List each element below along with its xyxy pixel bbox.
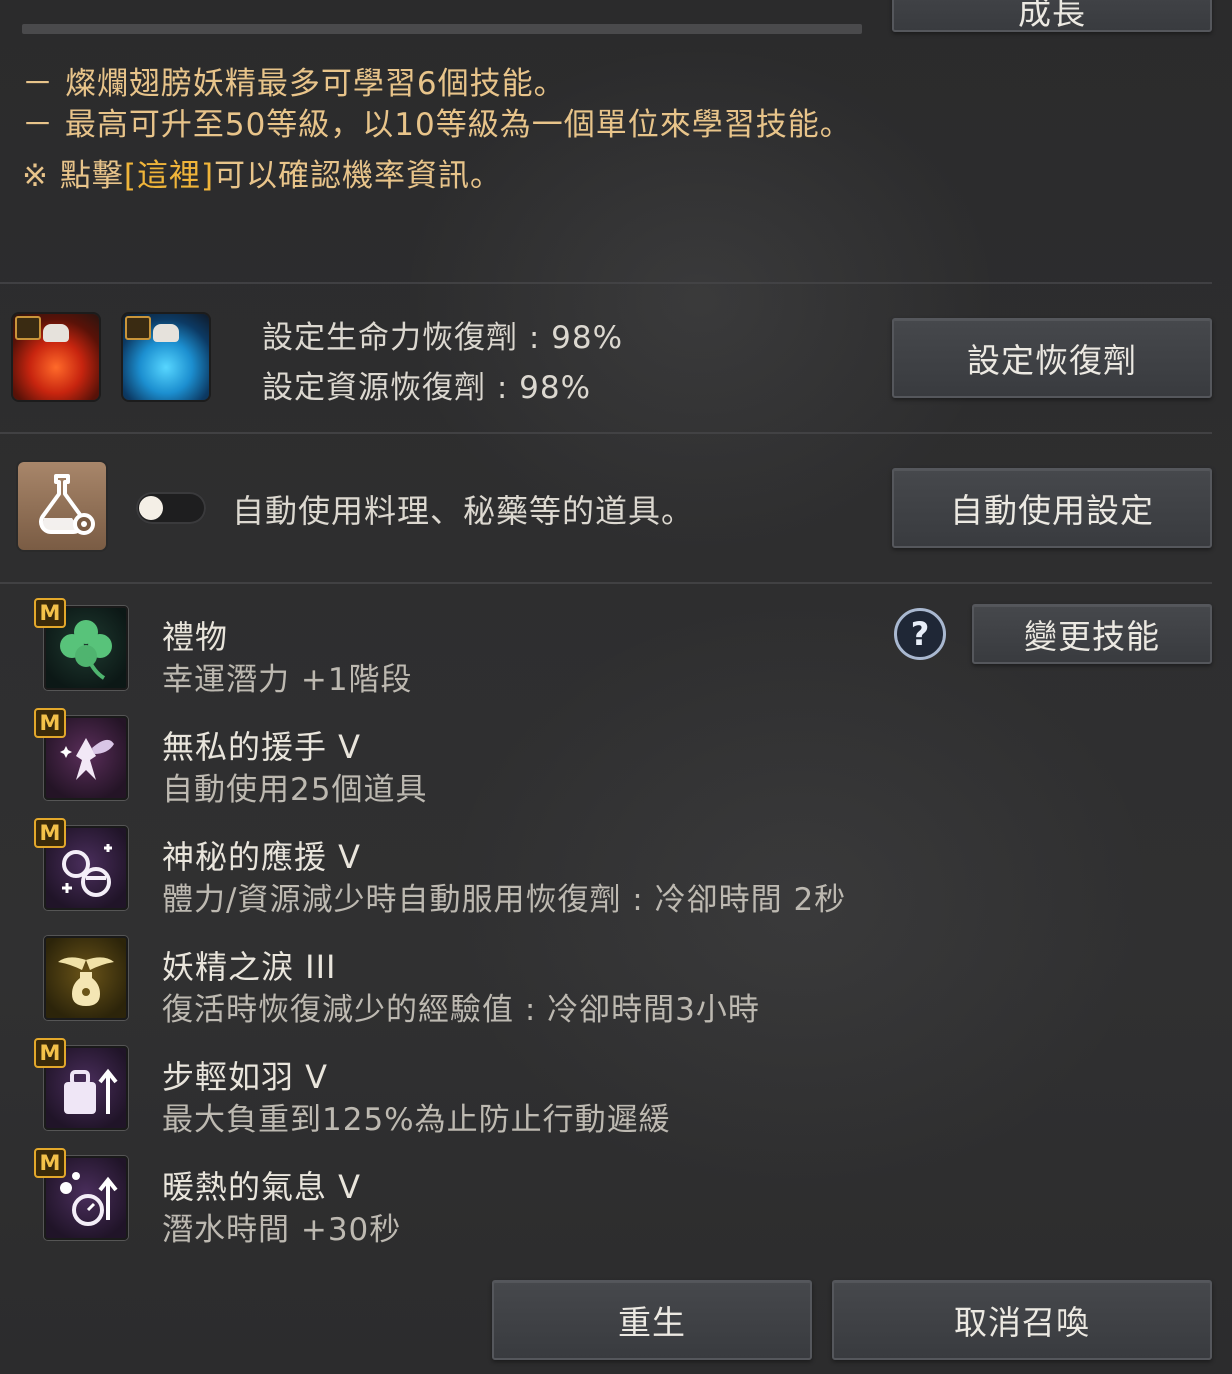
hp-potion-icon: [13, 314, 99, 400]
mastery-badge: M: [34, 1038, 66, 1068]
skill-name: 暖熱的氣息 V: [162, 1168, 362, 1206]
divider: [0, 432, 1212, 434]
note-line-1: － 燦爛翅膀妖精最多可學習6個技能。: [22, 66, 566, 102]
help-icon[interactable]: ?: [894, 608, 946, 660]
mastery-badge: M: [34, 818, 66, 848]
divider: [0, 282, 1212, 284]
resource-potion-icon: [123, 314, 209, 400]
hp-potion-setting: 設定生命力恢復劑 : 98%: [262, 320, 624, 356]
skill-name: 步輕如羽 V: [162, 1058, 329, 1096]
mastery-badge: M: [34, 598, 66, 628]
set-potion-button[interactable]: 設定恢復劑: [892, 318, 1212, 398]
mastery-badge: M: [34, 1148, 66, 1178]
note-line-2: － 最高可升至50等級，以10等級為一個單位來學習技能。: [22, 107, 852, 143]
skill-name: 妖精之淚 III: [162, 948, 337, 986]
grow-button[interactable]: 成長: [892, 0, 1212, 32]
skill-name: 禮物: [162, 618, 229, 656]
cancel-summon-button[interactable]: 取消召喚: [832, 1280, 1212, 1360]
toggle-knob: [139, 496, 163, 520]
skill-desc: 體力/資源減少時自動服用恢復劑 : 冷卻時間 2秒: [162, 882, 847, 918]
note-line-3: ※ 點擊[這裡]可以確認機率資訊。: [22, 150, 502, 195]
probability-info-link[interactable]: [這裡]: [124, 158, 214, 194]
auto-use-label: 自動使用料理、秘藥等的道具。: [232, 492, 695, 530]
resource-potion-setting: 設定資源恢復劑 : 98%: [262, 370, 592, 406]
mastery-badge: M: [34, 708, 66, 738]
auto-use-toggle[interactable]: [136, 492, 206, 524]
crown-icon: [125, 316, 151, 340]
winged-vial-icon: [44, 936, 128, 1020]
skill-desc: 最大負重到125%為止防止行動遲緩: [162, 1102, 671, 1138]
change-skill-button[interactable]: 變更技能: [972, 604, 1212, 664]
revive-button[interactable]: 重生: [492, 1280, 812, 1360]
divider: [0, 582, 1212, 584]
flask-gear-icon: [39, 474, 95, 535]
auto-use-settings-button[interactable]: 自動使用設定: [892, 468, 1212, 548]
note-suffix: 可以確認機率資訊。: [214, 158, 503, 194]
skill-desc: 幸運潛力 +1階段: [162, 662, 413, 698]
skill-name: 神秘的應援 V: [162, 838, 362, 876]
skill-desc: 復活時恢復減少的經驗值 : 冷卻時間3小時: [162, 992, 760, 1028]
skill-name: 無私的援手 V: [162, 728, 362, 766]
skill-desc: 自動使用25個道具: [162, 772, 428, 808]
top-progress-bar: [22, 24, 862, 34]
note-prefix: ※ 點擊: [22, 158, 124, 194]
crown-icon: [15, 316, 41, 340]
skill-desc: 潛水時間 +30秒: [162, 1212, 402, 1248]
auto-use-item-icon: [18, 462, 106, 550]
